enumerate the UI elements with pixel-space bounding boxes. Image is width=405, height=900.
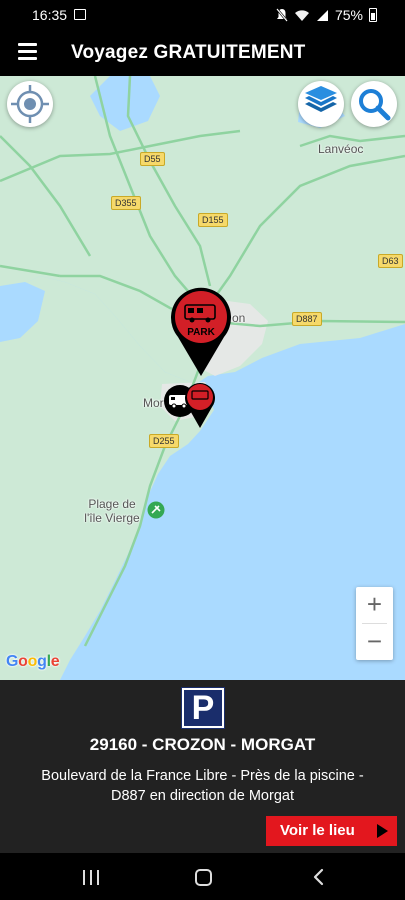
place-label-plage-line1: Plage de — [88, 497, 136, 511]
road-label-d155: D155 — [198, 213, 228, 227]
gallery-icon — [74, 9, 86, 20]
place-label-plage: Plage de l'île Vierge — [80, 497, 144, 525]
road-label-d255: D255 — [149, 434, 179, 448]
layers-button[interactable] — [298, 81, 344, 127]
road-label-d63: D63 — [378, 254, 403, 268]
parking-icon: P — [181, 687, 225, 729]
marker-park-text: PARK — [187, 327, 215, 338]
back-icon[interactable] — [312, 868, 324, 886]
view-place-label: Voir le lieu — [280, 822, 355, 839]
battery-percentage: 75% — [334, 7, 363, 23]
place-label-plage-line2: l'île Vierge — [84, 511, 140, 525]
place-info-panel: P 29160 - CROZON - MORGAT Boulevard de l… — [0, 680, 405, 853]
campervan-park-marker-small[interactable] — [183, 381, 217, 429]
recents-icon[interactable] — [83, 870, 99, 885]
status-time: 16:35 — [32, 7, 68, 23]
crosshair-location-icon — [11, 85, 49, 123]
mute-icon — [276, 8, 288, 22]
app-bar: Voyagez GRATUITEMENT — [0, 30, 405, 76]
map-background — [0, 76, 405, 680]
google-logo: Google — [6, 653, 60, 670]
zoom-in-button[interactable]: + — [356, 587, 393, 623]
play-arrow-icon — [377, 824, 388, 838]
locate-button[interactable] — [7, 81, 53, 127]
search-button[interactable] — [351, 81, 397, 127]
road-label-d55: D55 — [140, 152, 165, 166]
layers-icon — [305, 86, 337, 112]
wifi-icon — [294, 9, 309, 21]
road-label-d887: D887 — [292, 312, 322, 326]
system-nav-bar — [0, 853, 405, 900]
zoom-controls: + − — [356, 587, 393, 660]
app-title: Voyagez GRATUITEMENT — [71, 42, 306, 63]
place-label-crozon: on — [232, 311, 246, 325]
place-label-lanveoc: Lanvéoc — [318, 142, 364, 156]
place-description: Boulevard de la France Libre - Près de l… — [41, 768, 364, 804]
status-icons: 75% — [276, 7, 377, 23]
view-place-button[interactable]: Voir le lieu — [266, 816, 397, 846]
status-bar: 16:35 75% — [0, 0, 405, 30]
beach-poi-icon[interactable] — [147, 501, 165, 519]
campervan-park-marker[interactable]: PARK — [168, 285, 234, 377]
signal-icon — [316, 9, 328, 21]
home-icon[interactable] — [195, 869, 212, 886]
road-label-d355: D355 — [111, 196, 141, 210]
search-icon — [359, 89, 391, 121]
battery-icon — [369, 8, 377, 22]
zoom-out-button[interactable]: − — [356, 624, 393, 660]
hamburger-menu-icon[interactable] — [18, 43, 38, 61]
map-view[interactable]: D55 D355 D155 D63 D887 D255 Lanvéoc Mor … — [0, 76, 405, 680]
place-label-morgat: Mor — [143, 396, 164, 410]
place-title: 29160 - CROZON - MORGAT — [89, 735, 316, 754]
